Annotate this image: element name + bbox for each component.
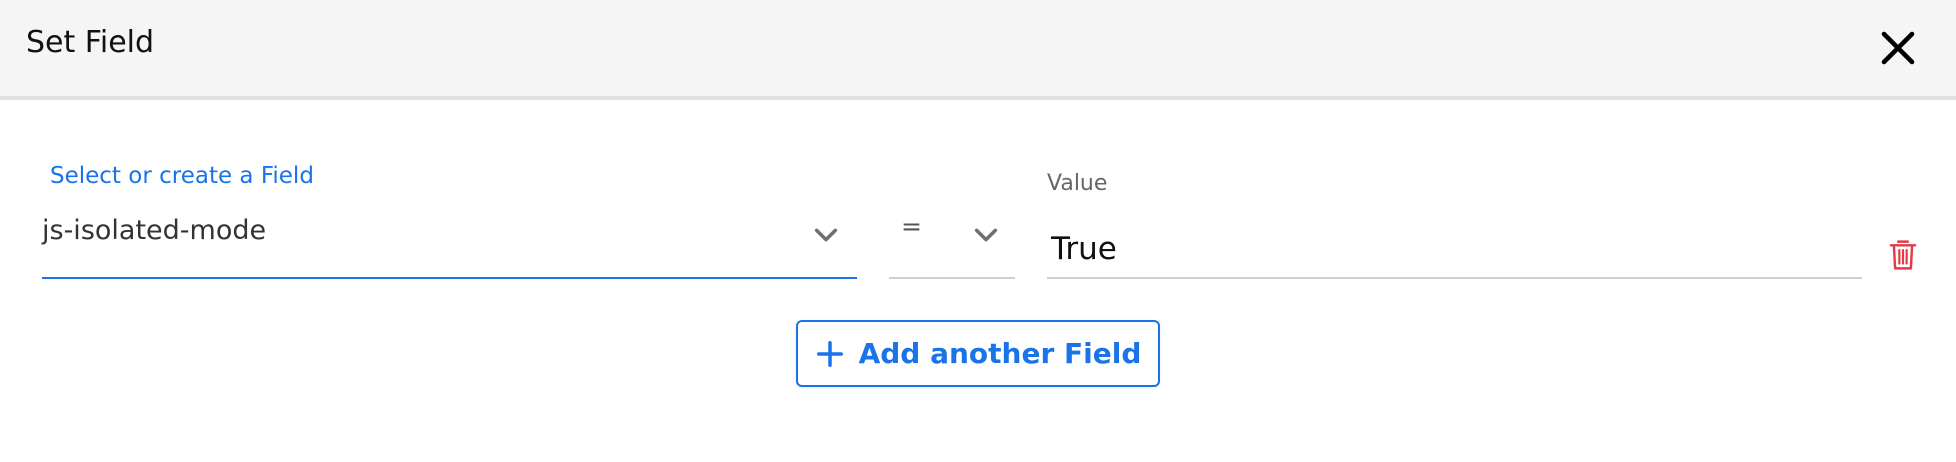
dialog-title: Set Field bbox=[26, 25, 155, 60]
add-another-field-label: Add another Field bbox=[858, 336, 1142, 370]
operator-select[interactable]: = bbox=[889, 205, 1015, 279]
operator-select-value: = bbox=[901, 212, 922, 241]
delete-row-button[interactable] bbox=[1886, 236, 1920, 274]
close-icon bbox=[1881, 31, 1915, 65]
field-select-value: js-isolated-mode bbox=[42, 215, 267, 246]
chevron-down-icon[interactable] bbox=[972, 221, 1000, 249]
trash-icon bbox=[1889, 240, 1917, 270]
chevron-down-icon[interactable] bbox=[812, 221, 840, 249]
field-select-label: Select or create a Field bbox=[50, 163, 314, 189]
plus-icon bbox=[815, 339, 845, 369]
set-field-dialog: Set Field Select or create a Field js-is… bbox=[0, 0, 1956, 462]
value-input[interactable] bbox=[1047, 220, 1862, 279]
field-select[interactable]: js-isolated-mode bbox=[42, 205, 857, 279]
dialog-header: Set Field bbox=[0, 0, 1956, 100]
close-button[interactable] bbox=[1870, 20, 1926, 76]
value-input-label: Value bbox=[1047, 171, 1108, 196]
add-another-field-button[interactable]: Add another Field bbox=[796, 320, 1160, 387]
